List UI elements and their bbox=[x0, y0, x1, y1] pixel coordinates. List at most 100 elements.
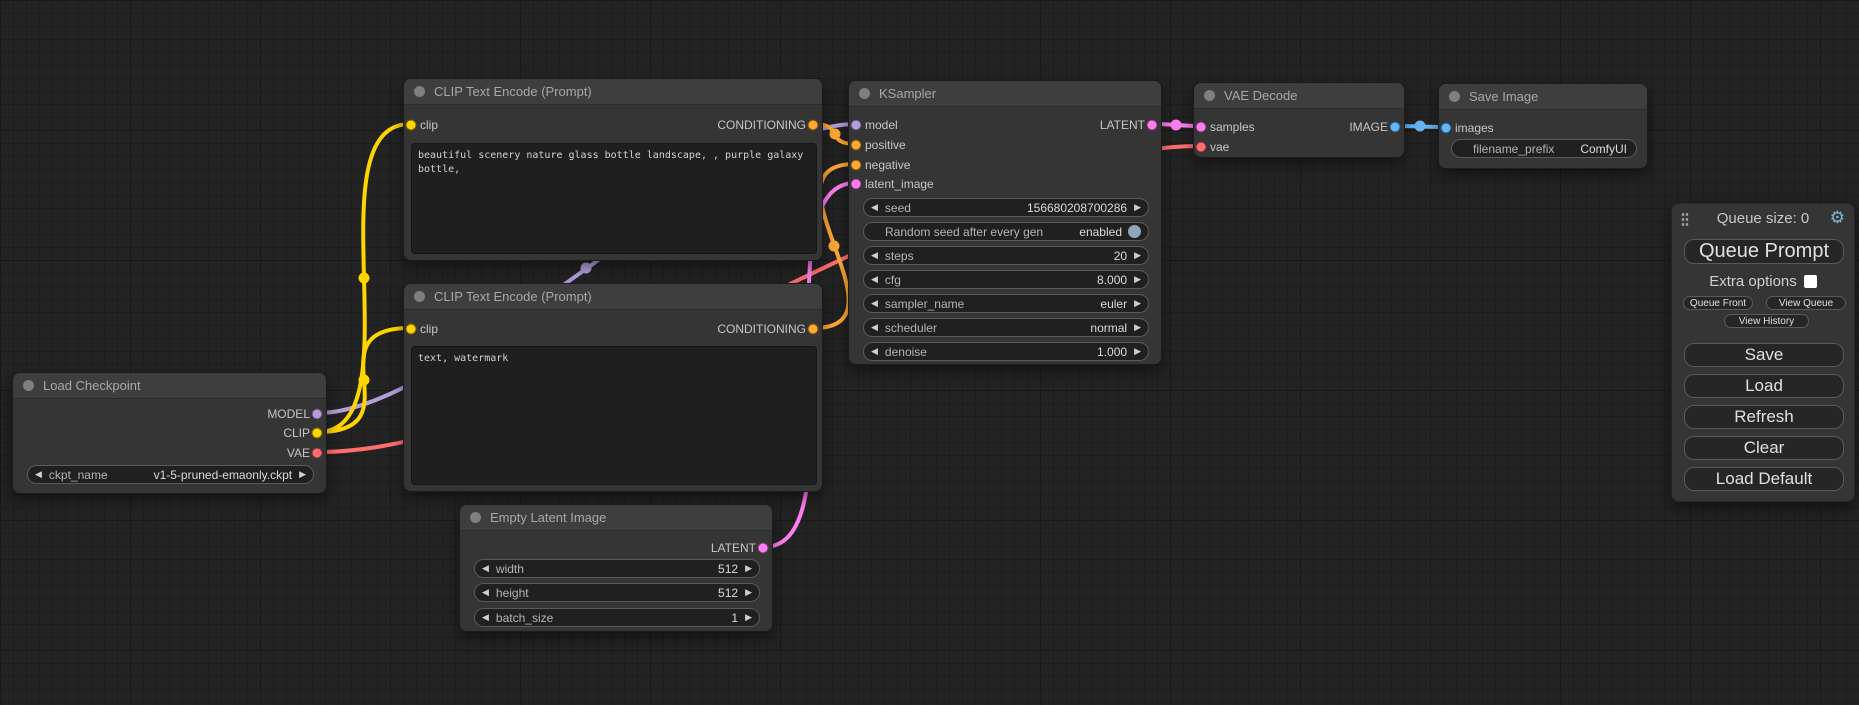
decrement-icon[interactable]: ◀ bbox=[871, 318, 878, 337]
decrement-icon[interactable]: ◀ bbox=[871, 294, 878, 313]
node-save-image[interactable]: Save Image images filename_prefix ComfyU… bbox=[1438, 83, 1648, 169]
collapse-dot-icon[interactable] bbox=[1204, 90, 1215, 101]
increment-icon[interactable]: ▶ bbox=[1134, 342, 1141, 361]
collapse-dot-icon[interactable] bbox=[23, 380, 34, 391]
view-history-button[interactable]: View History bbox=[1724, 314, 1809, 328]
increment-icon[interactable]: ▶ bbox=[1134, 318, 1141, 337]
decrement-icon[interactable]: ◀ bbox=[871, 342, 878, 361]
widget-value: ComfyUI bbox=[1580, 142, 1627, 156]
queue-front-button[interactable]: Queue Front bbox=[1683, 296, 1753, 310]
increment-icon[interactable]: ▶ bbox=[299, 465, 306, 484]
increment-icon[interactable]: ▶ bbox=[1134, 246, 1141, 265]
positive-prompt-textarea[interactable]: beautiful scenery nature glass bottle la… bbox=[411, 143, 817, 254]
conditioning-output-port[interactable] bbox=[808, 324, 819, 335]
node-vae-decode[interactable]: VAE Decode samples vae IMAGE bbox=[1193, 82, 1405, 158]
widget-value: 1.000 bbox=[1097, 345, 1127, 359]
height-stepper[interactable]: ◀ height 512 ▶ bbox=[474, 583, 760, 602]
view-queue-button[interactable]: View Queue bbox=[1766, 296, 1846, 310]
refresh-button[interactable]: Refresh bbox=[1684, 405, 1844, 429]
clear-button[interactable]: Clear bbox=[1684, 436, 1844, 460]
decrement-icon[interactable]: ◀ bbox=[35, 465, 42, 484]
sampler-name-combo[interactable]: ◀ sampler_name euler ▶ bbox=[863, 294, 1149, 313]
latent-image-input-port[interactable] bbox=[851, 179, 862, 190]
queue-prompt-button[interactable]: Queue Prompt bbox=[1684, 239, 1844, 264]
link-midpoint-dot bbox=[830, 129, 841, 140]
images-input-port[interactable] bbox=[1441, 123, 1452, 134]
ckpt-name-combo[interactable]: ◀ ckpt_name v1-5-pruned-emaonly.ckpt ▶ bbox=[27, 465, 314, 484]
widget-value: 8.000 bbox=[1097, 273, 1127, 287]
latent-output-port[interactable] bbox=[1147, 120, 1158, 131]
negative-input-port[interactable] bbox=[851, 160, 862, 171]
node-graph-canvas[interactable]: Load Checkpoint MODEL CLIP VAE ◀ ckpt_na… bbox=[0, 0, 1859, 705]
widget-value: v1-5-pruned-emaonly.ckpt bbox=[154, 468, 293, 482]
latent-output-port[interactable] bbox=[758, 543, 769, 554]
widget-label: steps bbox=[885, 249, 914, 263]
model-output-port[interactable] bbox=[312, 409, 323, 420]
vae-output-port[interactable] bbox=[312, 448, 323, 459]
node-empty-latent-image[interactable]: Empty Latent Image LATENT ◀ width 512 ▶ … bbox=[459, 504, 773, 632]
collapse-dot-icon[interactable] bbox=[414, 86, 425, 97]
conditioning-output-port[interactable] bbox=[808, 120, 819, 131]
node-title-bar[interactable]: CLIP Text Encode (Prompt) bbox=[404, 284, 822, 310]
decrement-icon[interactable]: ◀ bbox=[482, 608, 489, 627]
collapse-dot-icon[interactable] bbox=[414, 291, 425, 302]
batch-size-stepper[interactable]: ◀ batch_size 1 ▶ bbox=[474, 608, 760, 627]
decrement-icon[interactable]: ◀ bbox=[871, 198, 878, 217]
decrement-icon[interactable]: ◀ bbox=[871, 246, 878, 265]
increment-icon[interactable]: ▶ bbox=[1134, 198, 1141, 217]
denoise-stepper[interactable]: ◀ denoise 1.000 ▶ bbox=[863, 342, 1149, 361]
input-slot-clip: clip bbox=[420, 321, 438, 337]
samples-input-port[interactable] bbox=[1196, 122, 1207, 133]
queue-panel[interactable]: Queue size: 0 ⚙ Queue Prompt Extra optio… bbox=[1671, 203, 1855, 502]
random-seed-toggle[interactable]: Random seed after every gen enabled bbox=[863, 222, 1149, 241]
decrement-icon[interactable]: ◀ bbox=[482, 559, 489, 578]
collapse-dot-icon[interactable] bbox=[470, 512, 481, 523]
node-load-checkpoint[interactable]: Load Checkpoint MODEL CLIP VAE ◀ ckpt_na… bbox=[12, 372, 327, 494]
node-clip-text-encode-negative[interactable]: CLIP Text Encode (Prompt) clip CONDITION… bbox=[403, 283, 823, 492]
width-stepper[interactable]: ◀ width 512 ▶ bbox=[474, 559, 760, 578]
node-title-bar[interactable]: Save Image bbox=[1439, 84, 1647, 110]
steps-stepper[interactable]: ◀ steps 20 ▶ bbox=[863, 246, 1149, 265]
save-button[interactable]: Save bbox=[1684, 343, 1844, 367]
increment-icon[interactable]: ▶ bbox=[745, 608, 752, 627]
seed-stepper[interactable]: ◀ seed 156680208700286 ▶ bbox=[863, 198, 1149, 217]
decrement-icon[interactable]: ◀ bbox=[482, 583, 489, 602]
node-clip-text-encode-positive[interactable]: CLIP Text Encode (Prompt) clip CONDITION… bbox=[403, 78, 823, 261]
node-title-bar[interactable]: VAE Decode bbox=[1194, 83, 1404, 109]
increment-icon[interactable]: ▶ bbox=[745, 583, 752, 602]
settings-gear-icon[interactable]: ⚙ bbox=[1830, 207, 1845, 229]
image-output-port[interactable] bbox=[1390, 122, 1401, 133]
load-default-button[interactable]: Load Default bbox=[1684, 467, 1844, 491]
increment-icon[interactable]: ▶ bbox=[745, 559, 752, 578]
clip-output-port[interactable] bbox=[312, 428, 323, 439]
widget-label: ckpt_name bbox=[49, 468, 108, 482]
widget-value: normal bbox=[1090, 321, 1127, 335]
cfg-stepper[interactable]: ◀ cfg 8.000 ▶ bbox=[863, 270, 1149, 289]
toggle-on-icon[interactable] bbox=[1128, 225, 1141, 238]
filename-prefix-field[interactable]: filename_prefix ComfyUI bbox=[1451, 139, 1637, 158]
node-title: KSampler bbox=[879, 86, 936, 101]
output-slot-vae: VAE bbox=[287, 445, 310, 461]
scheduler-combo[interactable]: ◀ scheduler normal ▶ bbox=[863, 318, 1149, 337]
clip-input-port[interactable] bbox=[406, 324, 417, 335]
positive-input-port[interactable] bbox=[851, 140, 862, 151]
node-title-bar[interactable]: KSampler bbox=[849, 81, 1161, 107]
node-title: Empty Latent Image bbox=[490, 510, 606, 525]
increment-icon[interactable]: ▶ bbox=[1134, 294, 1141, 313]
clip-input-port[interactable] bbox=[406, 120, 417, 131]
vae-input-port[interactable] bbox=[1196, 142, 1207, 153]
decrement-icon[interactable]: ◀ bbox=[871, 270, 878, 289]
model-input-port[interactable] bbox=[851, 120, 862, 131]
node-title-bar[interactable]: CLIP Text Encode (Prompt) bbox=[404, 79, 822, 105]
node-title-bar[interactable]: Load Checkpoint bbox=[13, 373, 326, 399]
negative-prompt-textarea[interactable]: text, watermark bbox=[411, 346, 817, 485]
extra-options-checkbox[interactable] bbox=[1804, 275, 1817, 288]
node-title-bar[interactable]: Empty Latent Image bbox=[460, 505, 772, 531]
collapse-dot-icon[interactable] bbox=[1449, 91, 1460, 102]
collapse-dot-icon[interactable] bbox=[859, 88, 870, 99]
increment-icon[interactable]: ▶ bbox=[1134, 270, 1141, 289]
node-ksampler[interactable]: KSampler model positive negative latent_… bbox=[848, 80, 1162, 365]
widget-label: Random seed after every gen bbox=[885, 225, 1043, 239]
load-button[interactable]: Load bbox=[1684, 374, 1844, 398]
output-slot-latent: LATENT bbox=[1100, 117, 1145, 133]
